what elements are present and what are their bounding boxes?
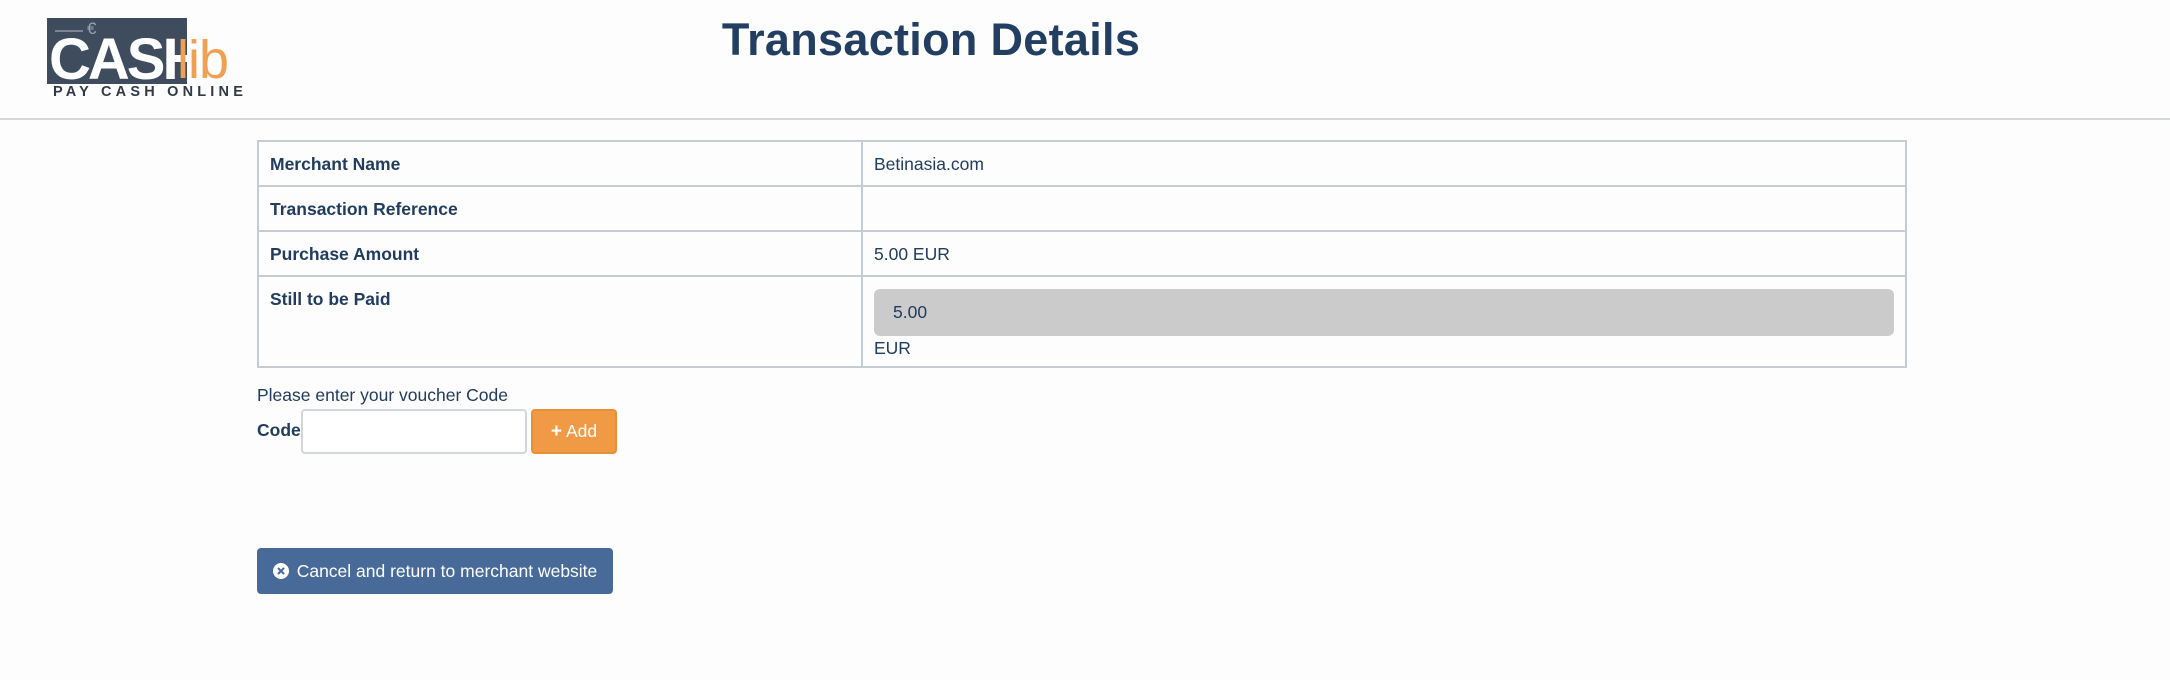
add-button[interactable]: + Add <box>531 409 617 454</box>
transaction-details-table: Merchant Name Betinasia.com Transaction … <box>257 140 1907 368</box>
cancel-button-label: Cancel and return to merchant website <box>296 560 598 581</box>
purchase-amount-value: 5.00 EUR <box>861 230 1907 277</box>
transaction-reference-label: Transaction Reference <box>257 185 863 232</box>
table-row: Transaction Reference <box>257 185 1907 232</box>
table-row: Purchase Amount 5.00 EUR <box>257 230 1907 277</box>
still-to-pay-label: Still to be Paid <box>257 275 863 368</box>
code-label: Code <box>257 420 301 440</box>
page-title: Transaction Details <box>721 14 1141 65</box>
still-to-pay-amount: 5.00 <box>874 289 1894 336</box>
purchase-amount-label: Purchase Amount <box>257 230 863 277</box>
add-button-label: Add <box>565 421 598 441</box>
table-row: Still to be Paid 5.00 EUR <box>257 275 1907 368</box>
merchant-name-label: Merchant Name <box>257 140 863 187</box>
merchant-name-value: Betinasia.com <box>861 140 1907 187</box>
cancel-button[interactable]: Cancel and return to merchant website <box>257 548 613 594</box>
plus-icon: + <box>550 420 562 442</box>
logo-tagline: PAY CASH ONLINE <box>53 84 248 100</box>
voucher-code-input[interactable] <box>301 409 527 454</box>
still-to-pay-currency: EUR <box>874 338 911 358</box>
table-row: Merchant Name Betinasia.com <box>257 140 1907 187</box>
header: € CASH lib PAY CASH ONLINE Transaction D… <box>0 0 2170 120</box>
transaction-reference-value <box>861 185 1907 232</box>
still-to-pay-cell: 5.00 EUR <box>861 275 1907 368</box>
voucher-prompt: Please enter your voucher Code <box>257 385 508 405</box>
close-circle-icon <box>272 563 289 579</box>
